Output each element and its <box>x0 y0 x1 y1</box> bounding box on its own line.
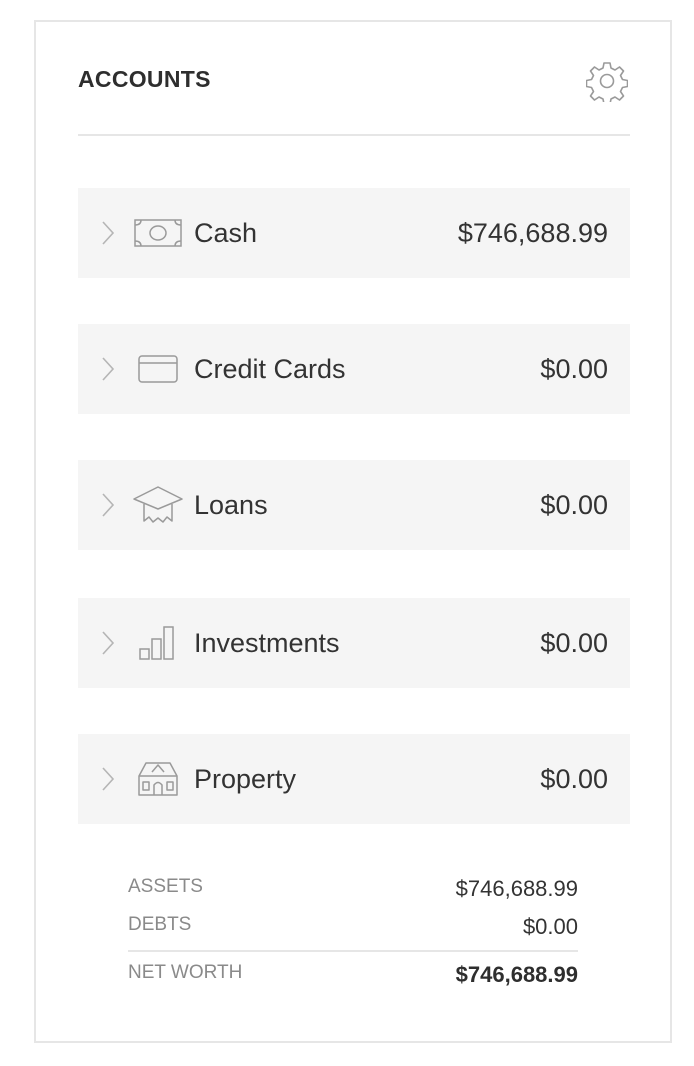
account-balance: $0.00 <box>540 490 608 520</box>
account-row-loans[interactable]: Loans $0.00 <box>78 460 630 550</box>
chevron-right-icon[interactable] <box>100 765 116 793</box>
account-row-credit-cards[interactable]: Credit Cards $0.00 <box>78 324 630 414</box>
graduation-cap-icon <box>133 486 183 523</box>
chevron-right-icon[interactable] <box>100 355 116 383</box>
chevron-right-icon[interactable] <box>100 629 116 657</box>
accounts-title: ACCOUNTS <box>78 66 211 92</box>
chevron-right-icon[interactable] <box>100 491 116 519</box>
bar-chart-icon <box>139 626 174 660</box>
credit-card-icon <box>138 355 178 383</box>
account-row-cash[interactable]: Cash $746,688.99 <box>78 188 630 278</box>
accounts-header: ACCOUNTS <box>78 58 630 136</box>
account-row-investments[interactable]: Investments $0.00 <box>78 598 630 688</box>
account-label: Credit Cards <box>194 354 346 384</box>
summary-section: ASSETS $746,688.99 DEBTS $0.00 NET WORTH… <box>128 872 578 996</box>
account-balance: $0.00 <box>540 354 608 384</box>
account-label: Loans <box>194 490 268 520</box>
debts-row: DEBTS $0.00 <box>128 910 578 948</box>
account-balance: $746,688.99 <box>457 218 608 248</box>
account-label: Cash <box>194 218 258 248</box>
assets-row: ASSETS $746,688.99 <box>128 872 578 910</box>
net-worth-label: NET WORTH <box>128 962 243 983</box>
account-balance: $0.00 <box>540 628 608 658</box>
net-worth-value: $746,688.99 <box>455 962 578 987</box>
account-balance: $0.00 <box>540 764 608 794</box>
assets-value: $746,688.99 <box>455 876 578 901</box>
cash-icon <box>134 219 182 247</box>
chevron-right-icon[interactable] <box>100 219 116 247</box>
house-icon <box>138 762 178 796</box>
assets-label: ASSETS <box>128 876 203 897</box>
account-label: Investments <box>194 628 340 658</box>
debts-label: DEBTS <box>128 914 192 935</box>
net-worth-row: NET WORTH $746,688.99 <box>128 958 578 996</box>
debts-value: $0.00 <box>522 914 578 939</box>
gear-icon[interactable] <box>586 60 628 102</box>
account-row-property[interactable]: Property $0.00 <box>78 734 630 824</box>
accounts-panel: ACCOUNTS Cash $746,688.99 Credit Cards $… <box>34 20 672 1043</box>
account-label: Property <box>194 764 297 794</box>
summary-divider <box>128 950 578 952</box>
